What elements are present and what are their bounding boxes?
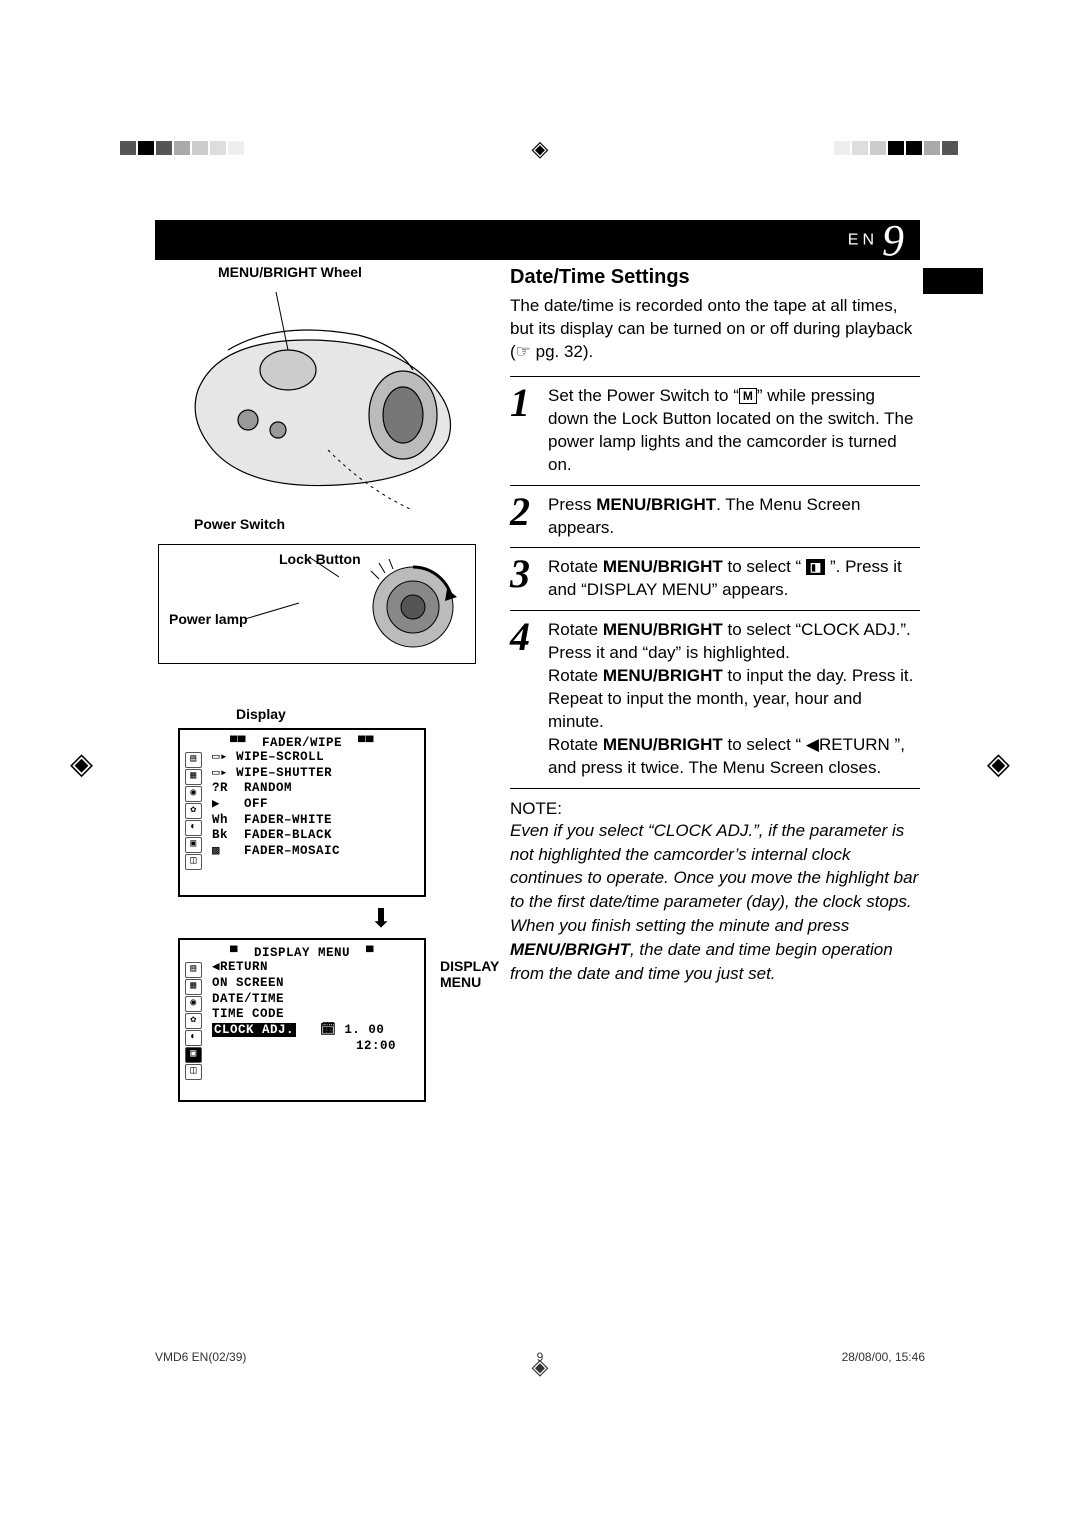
flow-arrow-down-icon: ⬇: [268, 903, 494, 934]
osd-side-icons-2: ▤▦◉✿◐▣◫: [185, 962, 203, 1081]
note-label: NOTE:: [510, 799, 920, 819]
footer-timestamp: 28/08/00, 15:46: [842, 1350, 925, 1364]
footer-doc-id: VMD6 EN(02/39): [155, 1350, 246, 1364]
display-menu-icon: ◨: [806, 559, 825, 575]
registration-mark-right-icon: ◈: [987, 747, 1010, 782]
registration-mark-left-icon: ◈: [70, 747, 93, 782]
camcorder-illustration: [158, 280, 494, 516]
registration-mark-top-icon: ◈: [532, 136, 549, 162]
registration-mark-bottom-icon: ◈: [532, 1354, 549, 1380]
step-2: 2 Press MENU/BRIGHT. The Menu Screen app…: [510, 485, 920, 548]
power-lamp-label: Power lamp: [169, 611, 248, 627]
wheel-label: MENU/BRIGHT Wheel: [218, 264, 494, 280]
crop-marks-top: ◈: [0, 140, 1080, 170]
header-page-number: 9: [878, 216, 904, 265]
step-number: 2: [510, 494, 548, 540]
step-1: 1 Set the Power Switch to “M” while pres…: [510, 376, 920, 485]
display-label: Display: [236, 706, 494, 722]
osd-side-icons: ▤▦◉✿◐▣◫: [185, 752, 203, 871]
section-tab: [923, 268, 983, 294]
step-number: 1: [510, 385, 548, 477]
power-switch-box: Lock Button Power lamp: [158, 544, 476, 664]
note-body: Even if you select “CLOCK ADJ.”, if the …: [510, 819, 920, 986]
step-number: 3: [510, 556, 548, 602]
step-number: 4: [510, 619, 548, 780]
header-lang: EN: [848, 232, 878, 249]
power-switch-label: Power Switch: [194, 516, 494, 532]
osd-fader-wipe: ▤▦◉✿◐▣◫ ▀▀ FADER/WIPE ▀▀ ▭▸ WIPE–SCROLL …: [178, 728, 426, 897]
m-mode-icon: M: [739, 388, 757, 404]
osd-display-menu: ▤▦◉✿◐▣◫ ▀ DISPLAY MENU ▀ ◀RETURN ON SCRE…: [178, 938, 426, 1102]
step-3: 3 Rotate MENU/BRIGHT to select “ ◨ ”. Pr…: [510, 547, 920, 610]
section-title: Date/Time Settings: [510, 266, 920, 289]
intro-text: The date/time is recorded onto the tape …: [510, 295, 920, 364]
page-header: EN9: [155, 220, 920, 260]
step-4: 4 Rotate MENU/BRIGHT to select “CLOCK AD…: [510, 610, 920, 789]
power-dial-icon: [365, 559, 461, 655]
display-menu-side-label: DISPLAY MENU: [440, 958, 499, 990]
